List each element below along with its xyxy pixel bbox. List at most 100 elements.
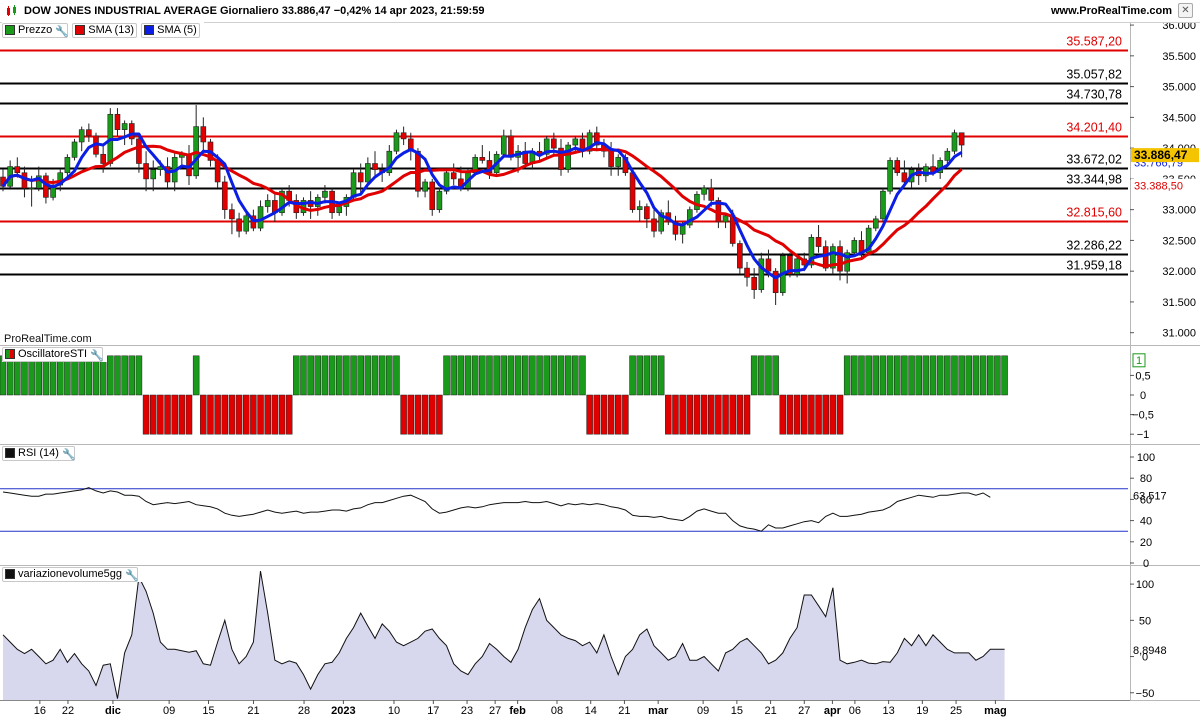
x-tick-label: feb bbox=[509, 705, 526, 717]
chart-canvas: 31.00031.50032.00032.50033.00033.50034.0… bbox=[0, 20, 1200, 717]
sti-bar bbox=[250, 394, 257, 435]
sti-bar bbox=[386, 355, 393, 396]
watermark: ProRealTime.com bbox=[4, 333, 92, 345]
candle bbox=[744, 267, 750, 278]
legend-sma5[interactable]: SMA (5) bbox=[141, 22, 200, 38]
sti-bar bbox=[407, 394, 415, 435]
sti-bar bbox=[643, 355, 651, 396]
x-tick-label: 08 bbox=[551, 705, 563, 717]
legend-price[interactable]: Prezzo 🔧 bbox=[2, 22, 69, 38]
legend-rsi-label: RSI (14) bbox=[18, 447, 59, 459]
wrench-icon[interactable]: 🔧 bbox=[55, 25, 69, 38]
sti-bar bbox=[743, 394, 751, 435]
wrench-icon[interactable]: 🔧 bbox=[125, 569, 139, 582]
sti-bar bbox=[307, 355, 314, 396]
sti-bar bbox=[572, 355, 579, 396]
legend-sma13[interactable]: SMA (13) bbox=[72, 22, 138, 38]
sti-bar bbox=[836, 394, 844, 435]
sti-bar bbox=[471, 355, 479, 396]
candle bbox=[572, 138, 579, 146]
candle bbox=[14, 166, 21, 174]
legend-swatch-sma13 bbox=[75, 25, 86, 35]
price-ytick-label: 31.500 bbox=[1162, 297, 1196, 309]
legend-rsi[interactable]: RSI (14) 🔧 bbox=[2, 445, 76, 461]
candle bbox=[450, 172, 457, 180]
rsi-ytick-label: 0 bbox=[1143, 558, 1149, 570]
sti-bar bbox=[300, 355, 307, 396]
price-ytick-label: 32.500 bbox=[1162, 235, 1196, 247]
candle bbox=[400, 132, 407, 140]
sti-bar bbox=[715, 394, 722, 435]
sti-bar bbox=[464, 355, 472, 396]
level-label: 33.672,02 bbox=[1066, 153, 1122, 167]
price-ytick-label: 34.500 bbox=[1162, 112, 1196, 124]
price-legend: Prezzo 🔧 SMA (13) SMA (5) bbox=[2, 22, 204, 38]
rsi-ytick-label: 20 bbox=[1140, 537, 1152, 549]
sti-ytick-label: 0,5 bbox=[1135, 370, 1150, 382]
candle bbox=[257, 206, 264, 229]
candle bbox=[229, 209, 235, 220]
level-label: 32.815,60 bbox=[1066, 206, 1122, 220]
sti-bar bbox=[908, 355, 915, 396]
sti-bar bbox=[815, 394, 822, 435]
sti-bar bbox=[414, 394, 422, 435]
sti-bar bbox=[650, 355, 658, 396]
legend-sti-label: OscillatoreSTI bbox=[18, 348, 88, 360]
sti-bar bbox=[436, 394, 443, 435]
sti-bar bbox=[829, 394, 837, 435]
close-icon[interactable]: ✕ bbox=[1178, 3, 1193, 18]
candle bbox=[644, 206, 650, 220]
wrench-icon[interactable]: 🔧 bbox=[62, 448, 76, 461]
candle bbox=[236, 218, 242, 232]
sti-bar bbox=[235, 394, 243, 435]
wrench-icon[interactable]: 🔧 bbox=[90, 349, 104, 362]
candle bbox=[322, 190, 328, 198]
legend-vol[interactable]: variazionevolume5gg 🔧 bbox=[2, 566, 139, 582]
candle bbox=[365, 163, 371, 183]
legend-sma13-label: SMA (13) bbox=[88, 24, 135, 36]
x-tick-label: 17 bbox=[427, 705, 439, 717]
sti-bar bbox=[994, 355, 1001, 396]
candle bbox=[150, 169, 157, 180]
legend-swatch-sti bbox=[5, 349, 15, 359]
x-tick-label: 16 bbox=[34, 705, 46, 717]
instrument-title: DOW JONES INDUSTRIAL AVERAGE Giornaliero… bbox=[24, 5, 485, 17]
sti-bar bbox=[486, 355, 493, 396]
sti-bar bbox=[185, 394, 193, 435]
x-tick-label: dic bbox=[105, 705, 121, 717]
sti-bar bbox=[808, 394, 815, 435]
sti-bar bbox=[872, 355, 880, 396]
sti-bar bbox=[629, 355, 636, 396]
candle bbox=[264, 200, 271, 207]
sti-bar bbox=[221, 394, 229, 435]
sti-bar bbox=[107, 355, 114, 396]
sti-bar bbox=[793, 394, 801, 435]
legend-swatch-rsi bbox=[5, 448, 15, 458]
sti-bar bbox=[765, 355, 772, 396]
sti-bar bbox=[479, 355, 486, 396]
candle bbox=[815, 237, 822, 247]
sti-bar bbox=[965, 355, 973, 396]
sti-bar bbox=[135, 355, 143, 396]
sti-bar bbox=[929, 355, 937, 396]
price-ytick-label: 35.500 bbox=[1162, 51, 1196, 63]
candle bbox=[100, 153, 106, 164]
candle bbox=[28, 187, 35, 190]
level-label: 34.730,78 bbox=[1066, 88, 1122, 102]
rsi-ytick-label: 40 bbox=[1140, 516, 1152, 528]
candle bbox=[78, 129, 85, 143]
sti-bar bbox=[758, 355, 765, 396]
x-tick-label: 21 bbox=[618, 705, 630, 717]
sti-bar bbox=[257, 394, 264, 435]
legend-sti[interactable]: OscillatoreSTI 🔧 bbox=[2, 346, 104, 362]
candle bbox=[722, 215, 729, 223]
x-tick-label: 09 bbox=[163, 705, 175, 717]
candlestick-logo-icon bbox=[7, 5, 16, 16]
sti-bar bbox=[149, 394, 157, 435]
sti-bar bbox=[979, 355, 987, 396]
sti-bar bbox=[164, 394, 171, 435]
site-link[interactable]: www.ProRealTime.com bbox=[1051, 5, 1172, 17]
sti-bar bbox=[593, 394, 601, 435]
vol-legend: variazionevolume5gg 🔧 bbox=[2, 566, 142, 582]
sti-bar bbox=[636, 355, 643, 396]
